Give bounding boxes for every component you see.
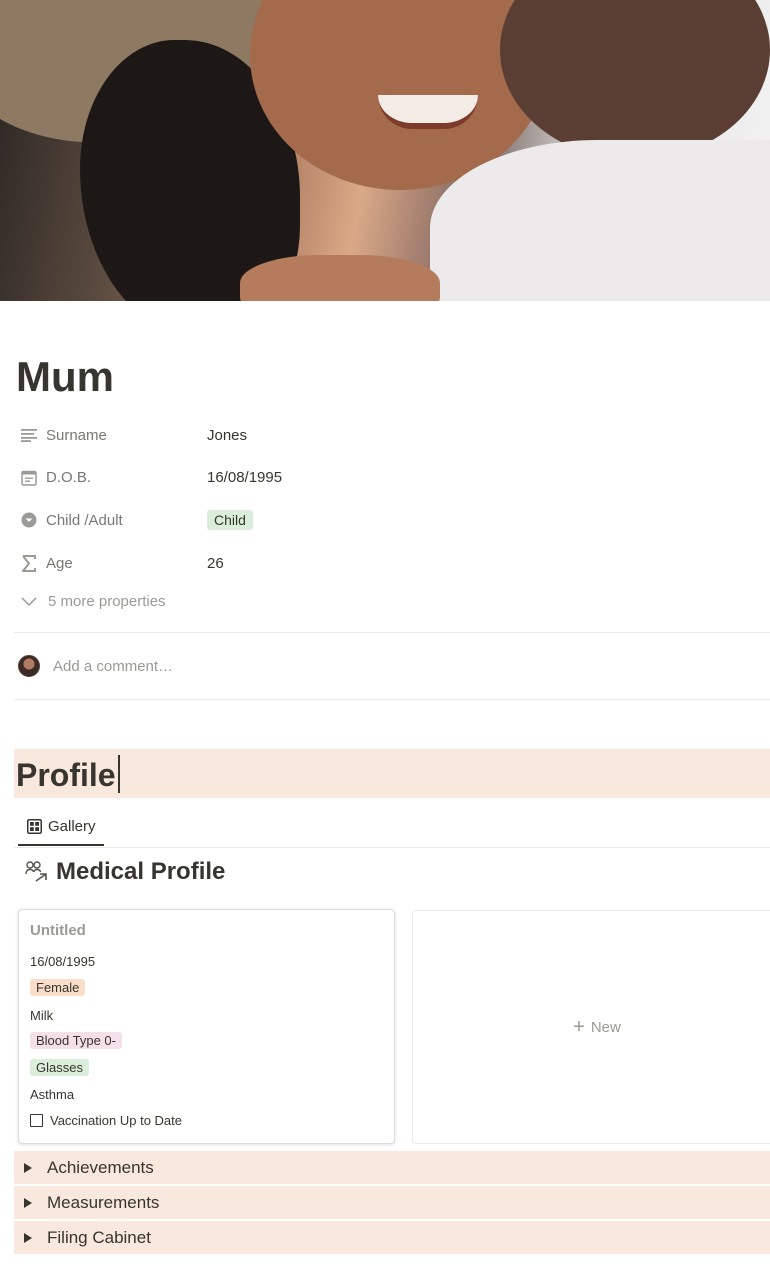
property-child-adult[interactable]: Child /Adult Child: [18, 503, 758, 537]
property-surname[interactable]: Surname Jones: [18, 418, 758, 452]
property-label[interactable]: Child /Adult: [18, 510, 207, 530]
property-value[interactable]: Jones: [207, 427, 247, 444]
avatar: [18, 655, 40, 677]
toggle-measurements[interactable]: Measurements: [14, 1186, 770, 1219]
more-properties-label: 5 more properties: [48, 593, 166, 610]
blood-type-tag: Blood Type 0-: [30, 1032, 122, 1049]
view-tabs: Gallery: [18, 808, 104, 848]
triangle-right-icon[interactable]: [24, 1162, 32, 1173]
database-title[interactable]: Medical Profile: [24, 858, 225, 886]
linked-database-icon: [24, 859, 50, 885]
triangle-right-icon[interactable]: [24, 1197, 32, 1208]
property-label[interactable]: D.O.B.: [18, 467, 207, 487]
card-dob: 16/08/1995: [30, 954, 96, 969]
card-vision: Glasses: [30, 1059, 89, 1076]
tab-gallery-label: Gallery: [48, 817, 96, 835]
new-card-button[interactable]: + New: [412, 910, 770, 1144]
text-caret: [118, 755, 120, 793]
property-label[interactable]: Surname: [18, 425, 207, 445]
tab-gallery[interactable]: Gallery: [18, 808, 104, 846]
cover-hand-shape: [240, 255, 440, 301]
cover-baby-head-shape: [500, 0, 770, 160]
property-label-text: Age: [46, 554, 73, 572]
property-value[interactable]: Child: [207, 510, 253, 530]
text-lines-icon: [18, 425, 40, 445]
tab-divider: [14, 847, 770, 848]
card-vaccination: Vaccination Up to Date: [30, 1113, 182, 1128]
select-icon: [18, 510, 40, 530]
property-value[interactable]: 26: [207, 555, 224, 572]
page-title[interactable]: Mum: [16, 353, 114, 401]
card-blood-type: Blood Type 0-: [30, 1032, 122, 1049]
card-allergy: Milk: [30, 1008, 54, 1023]
plus-icon: +: [573, 1016, 585, 1038]
toggle-label: Measurements: [47, 1192, 160, 1212]
cover-image: [0, 0, 770, 301]
property-value[interactable]: 16/08/1995: [207, 469, 282, 486]
card-condition: Asthma: [30, 1087, 75, 1102]
heading-block[interactable]: Profile: [14, 749, 770, 798]
comment-input[interactable]: Add a comment…: [53, 658, 173, 675]
divider: [14, 699, 770, 700]
triangle-right-icon[interactable]: [24, 1232, 32, 1243]
property-label-text: Surname: [46, 426, 107, 444]
property-label-text: D.O.B.: [46, 468, 92, 486]
vision-tag: Glasses: [30, 1059, 89, 1076]
new-card-label: New: [590, 1018, 621, 1036]
formula-sigma-icon: [18, 553, 40, 573]
gender-tag: Female: [30, 979, 86, 996]
child-adult-tag: Child: [207, 510, 253, 530]
property-age[interactable]: Age 26: [18, 546, 758, 580]
database-title-text: Medical Profile: [56, 858, 226, 885]
toggle-filing-cabinet[interactable]: Filing Cabinet: [14, 1221, 770, 1254]
toggle-achievements[interactable]: Achievements: [14, 1151, 770, 1184]
divider: [14, 632, 770, 633]
toggle-label: Filing Cabinet: [47, 1227, 151, 1247]
gallery-icon: [27, 818, 42, 834]
heading-profile[interactable]: Profile: [16, 757, 116, 794]
vaccination-checkbox[interactable]: [30, 1114, 43, 1127]
more-properties-toggle[interactable]: 5 more properties: [18, 593, 166, 610]
cover-shirt-shape: [430, 140, 770, 301]
property-label-text: Child /Adult: [46, 511, 123, 529]
toggle-label: Achievements: [47, 1157, 154, 1177]
property-dob[interactable]: D.O.B. 16/08/1995: [18, 460, 758, 494]
card-title: Untitled: [30, 922, 86, 939]
gallery-card[interactable]: Untitled 16/08/1995 Female Milk Blood Ty…: [18, 909, 395, 1144]
chevron-down-icon: [18, 596, 40, 607]
calendar-icon: [18, 467, 40, 487]
vaccination-label: Vaccination Up to Date: [50, 1113, 182, 1128]
comment-bar[interactable]: Add a comment…: [18, 655, 173, 677]
card-gender: Female: [30, 979, 86, 996]
property-label[interactable]: Age: [18, 553, 207, 573]
